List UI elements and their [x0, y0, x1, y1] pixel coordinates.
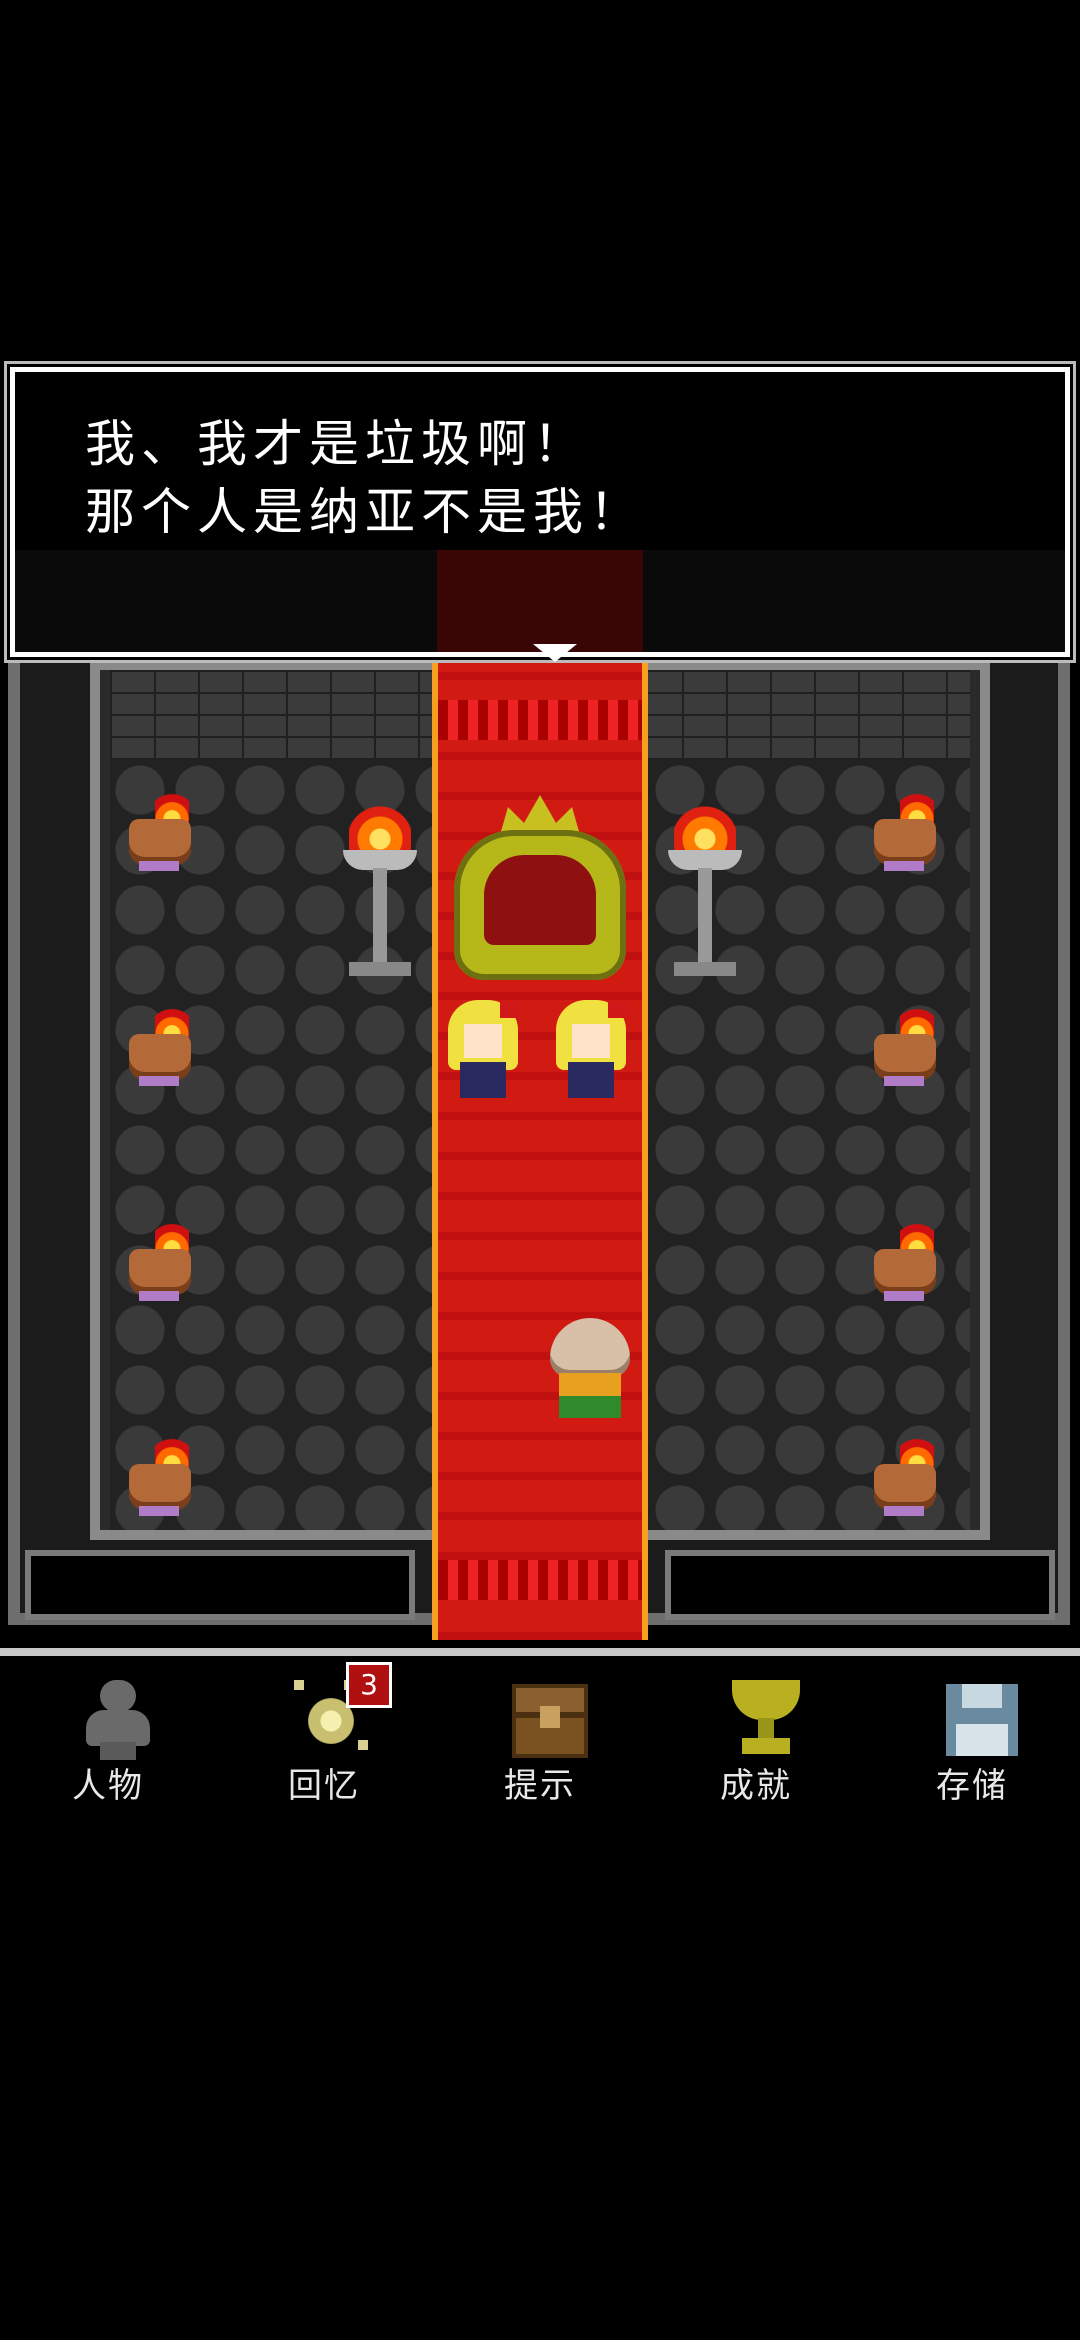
treasure-chest-icon: [510, 1680, 590, 1760]
hand-torch-icon: [125, 785, 205, 875]
notification-badge: 3: [346, 1662, 392, 1708]
trophy-icon: [726, 1680, 806, 1760]
game-scene[interactable]: [0, 0, 1080, 1650]
dialog-box[interactable]: 我、我才是垃圾啊！ 那个人是纳亚不是我！: [10, 367, 1070, 662]
menu-label-save: 存储: [936, 1766, 1008, 1806]
menu-divider: [0, 1648, 1080, 1656]
npc-blonde-girl-left[interactable]: [448, 1000, 522, 1100]
hand-torch-icon: [125, 1430, 205, 1520]
carpet-band: [438, 1560, 642, 1600]
throne-icon[interactable]: [440, 795, 640, 995]
save-disk-icon: [942, 1680, 1022, 1760]
menu-label-hints: 提示: [504, 1766, 576, 1806]
npc-blonde-girl-right[interactable]: [556, 1000, 630, 1100]
menu-label-achievements: 成就: [720, 1766, 792, 1806]
dialog-line-1: 我、我才是垃圾啊！: [85, 415, 589, 473]
menu-item-achievements[interactable]: 成就: [648, 1656, 864, 1806]
hand-torch-icon: [125, 1000, 205, 1090]
dialog-background-strip: [15, 550, 1065, 652]
brazier-icon: [660, 790, 750, 990]
menu-label-characters: 人物: [72, 1766, 144, 1806]
hand-torch-icon: [870, 1000, 950, 1090]
player-character: [545, 1318, 635, 1423]
menu-label-memories: 回忆: [288, 1766, 360, 1806]
menu-item-hints[interactable]: 提示: [432, 1656, 648, 1806]
carpet-band: [438, 700, 642, 740]
menu-item-memories[interactable]: 3 回忆: [216, 1656, 432, 1806]
continue-arrow-icon[interactable]: [533, 644, 577, 662]
lower-left-wall: [25, 1550, 415, 1620]
hand-torch-icon: [870, 1215, 950, 1305]
person-icon: [78, 1680, 158, 1760]
hand-torch-icon: [870, 785, 950, 875]
lower-right-wall: [665, 1550, 1055, 1620]
hand-torch-icon: [125, 1215, 205, 1305]
menu-item-characters[interactable]: 人物: [0, 1656, 216, 1806]
brazier-icon: [335, 790, 425, 990]
menu-item-save[interactable]: 存储: [864, 1656, 1080, 1806]
hand-torch-icon: [870, 1430, 950, 1520]
bottom-menu-bar: 人物 3 回忆 提示 成就 存储: [0, 1656, 1080, 1806]
dialog-line-2: 那个人是纳亚不是我！: [85, 483, 645, 541]
